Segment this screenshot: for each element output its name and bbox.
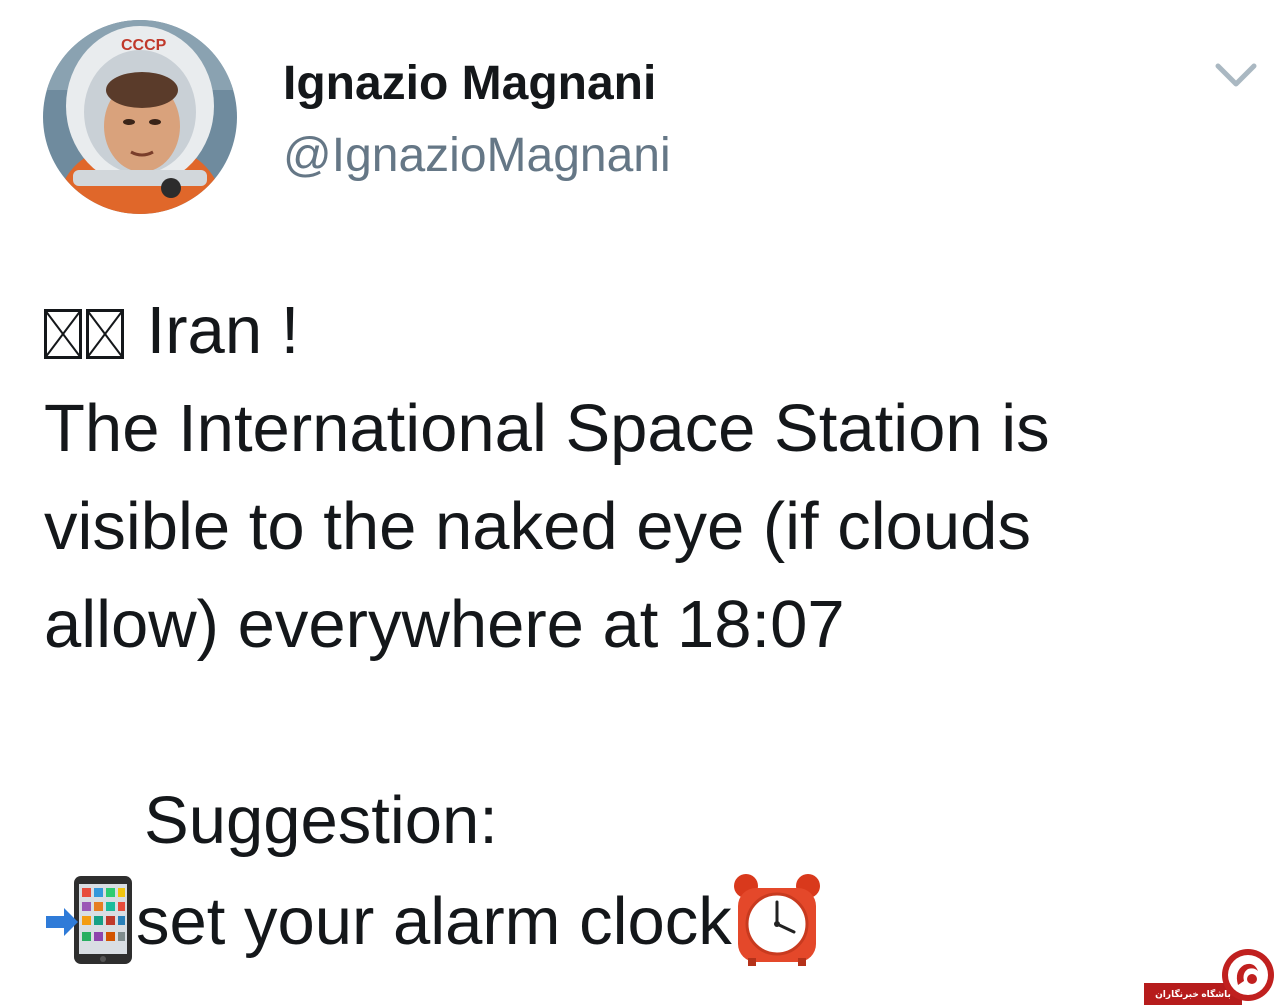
mobile-phone-arrow-icon xyxy=(44,874,136,993)
avatar[interactable]: СССР xyxy=(43,20,237,214)
author-display-name[interactable]: Ignazio Magnani xyxy=(283,56,656,112)
tweet-line-1-text: Iran ! xyxy=(146,293,300,368)
watermark: باشگاه خبرنگاران xyxy=(1140,945,1280,1005)
astronaut-avatar-image: СССР xyxy=(43,20,237,214)
flag-missing-glyph-icon xyxy=(86,309,124,359)
suggestion-line: Suggestion: xyxy=(144,783,498,858)
red-chat-bubble-logo-icon xyxy=(1220,947,1276,1003)
tweet-line-2: The International Space Station is xyxy=(44,391,1050,466)
alarm-clock-icon xyxy=(732,870,822,993)
flag-missing-glyph-icon xyxy=(44,309,82,359)
svg-text:СССР: СССР xyxy=(121,37,167,54)
author-handle[interactable]: @IgnazioMagnani xyxy=(283,128,671,184)
chevron-down-icon[interactable] xyxy=(1212,58,1260,92)
tweet-line-3: visible to the naked eye (if clouds xyxy=(44,489,1031,564)
tweet-text: Iran ! The International Space Station i… xyxy=(44,282,1244,968)
tweet-line-1: Iran ! xyxy=(44,282,1244,380)
tweet-line-4: allow) everywhere at 18:07 xyxy=(44,587,845,662)
alarm-line-text: set your alarm clock xyxy=(136,884,732,959)
alarm-line: set your alarm clock xyxy=(44,870,1244,968)
